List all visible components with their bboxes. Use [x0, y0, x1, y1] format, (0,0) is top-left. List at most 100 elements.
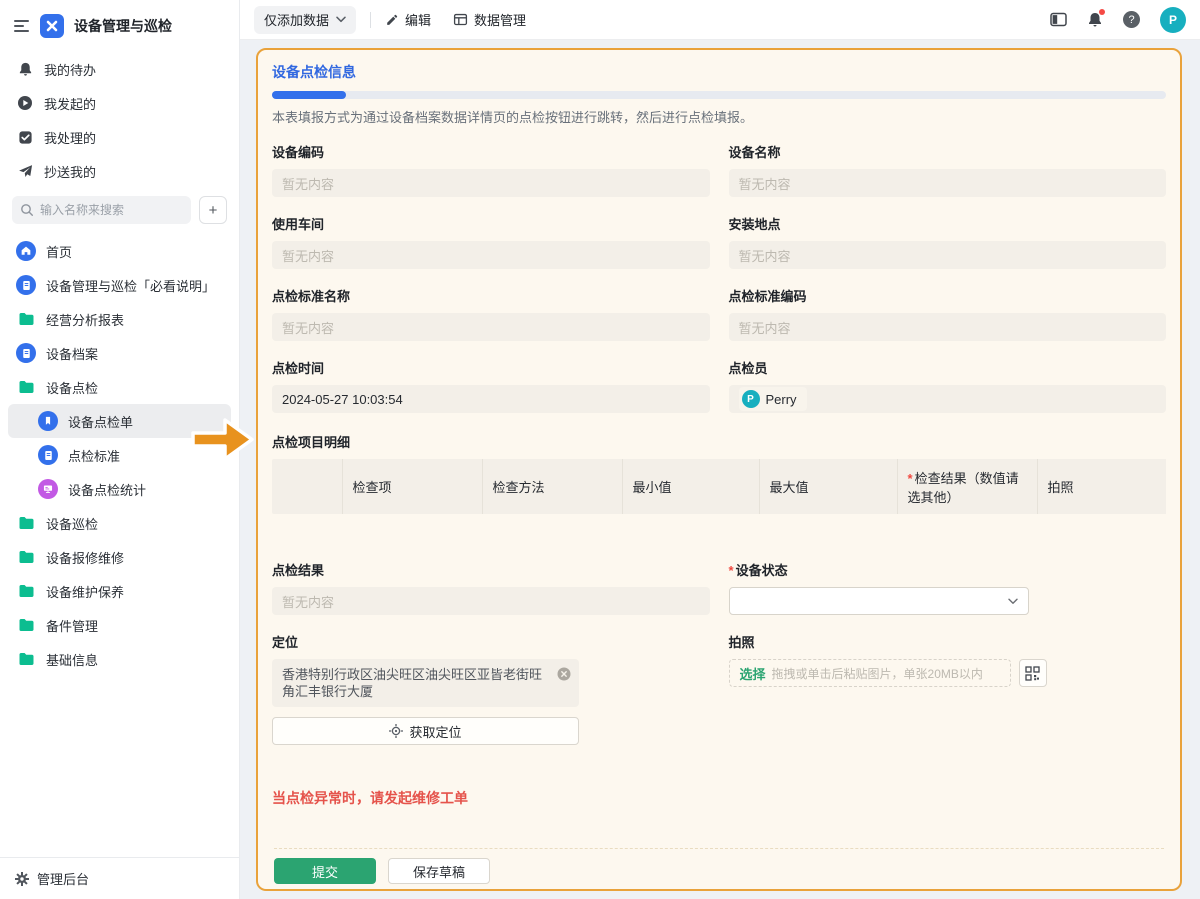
location-value: 香港特别行政区油尖旺区油尖旺区亚皆老街旺角汇丰银行大厦	[282, 667, 542, 699]
sidebar-item-device-patrol[interactable]: 设备巡检	[8, 506, 231, 540]
search-icon	[20, 203, 34, 217]
table-header-max-value: 最大值	[759, 459, 897, 514]
chart-icon	[38, 479, 58, 499]
device-status-select[interactable]	[729, 587, 1029, 615]
menu-item-label: 经营分析报表	[46, 310, 124, 329]
document-icon	[16, 275, 36, 295]
sidebar-item-my-processed[interactable]: 我处理的	[0, 120, 239, 154]
quick-item-label: 抄送我的	[44, 162, 96, 181]
help-icon[interactable]: ?	[1123, 11, 1140, 28]
field-inspection-result: 点检结果 暂无内容	[272, 560, 710, 615]
photo-upload-dropzone[interactable]: 选择 拖拽或单击后粘贴图片，单张20MB以内	[729, 659, 1011, 687]
menu-item-label: 基础信息	[46, 650, 98, 669]
inspector-input: P Perry	[729, 385, 1167, 413]
abnormal-inspection-warning: 当点检异常时，请发起维修工单	[272, 788, 1166, 808]
install-location-input: 暂无内容	[729, 241, 1167, 269]
menu-item-label: 设备点检单	[68, 412, 133, 431]
crosshair-location-icon	[389, 724, 403, 738]
placeholder-text: 暂无内容	[282, 318, 334, 337]
chevron-down-icon	[1008, 598, 1018, 605]
folder-icon	[16, 652, 36, 666]
submit-button[interactable]: 提交	[274, 858, 376, 884]
sidebar-item-inspection-stats[interactable]: 设备点检统计	[8, 472, 231, 506]
search-input[interactable]	[40, 203, 183, 217]
sidebar-header: 设备管理与巡检	[0, 6, 239, 46]
get-location-label: 获取定位	[409, 722, 461, 741]
sidebar-item-analysis-report[interactable]: 经营分析报表	[8, 302, 231, 336]
sidebar-item-maintenance[interactable]: 设备维护保养	[8, 574, 231, 608]
paper-plane-icon	[17, 164, 33, 179]
menu-item-label: 设备档案	[46, 344, 98, 363]
chevron-down-icon	[336, 16, 346, 23]
menu-item-label: 备件管理	[46, 616, 98, 635]
menu-item-label: 设备管理与巡检「必看说明」	[46, 276, 215, 295]
inspection-result-input: 暂无内容	[272, 587, 710, 615]
gear-icon	[15, 872, 29, 886]
clear-location-icon[interactable]	[557, 667, 571, 681]
photo-upload-hint: 拖拽或单击后粘贴图片，单张20MB以内	[772, 665, 983, 682]
sidebar-search-row: +	[12, 196, 227, 224]
help-glyph: ?	[1128, 14, 1134, 26]
pencil-icon	[385, 13, 399, 27]
standard-name-input: 暂无内容	[272, 313, 710, 341]
inspection-detail-section: 点检项目明细 检查项 检查方法 最小值 最大值 *检查结果（数值请选其他） 拍照	[272, 432, 1166, 514]
qr-code-icon	[1025, 666, 1040, 681]
home-icon	[16, 241, 36, 261]
folder-icon	[16, 380, 36, 394]
notifications-bell-icon[interactable]	[1087, 11, 1103, 28]
required-mark: *	[908, 471, 913, 486]
sidebar-item-device-archive[interactable]: 设备档案	[8, 336, 231, 370]
inspect-time-value: 2024-05-27 10:03:54	[282, 392, 403, 407]
admin-console-label: 管理后台	[37, 869, 89, 888]
field-device-name: 设备名称 暂无内容	[729, 142, 1167, 197]
bookmark-icon	[38, 411, 58, 431]
folder-icon	[16, 584, 36, 598]
qr-upload-button[interactable]	[1019, 659, 1047, 687]
sidebar-item-base-info[interactable]: 基础信息	[8, 642, 231, 676]
topbar-divider	[370, 12, 371, 28]
photo-select-label: 选择	[740, 664, 766, 683]
table-grid-icon	[453, 12, 468, 27]
table-header-photo: 拍照	[1037, 459, 1166, 514]
field-location: 定位 香港特别行政区油尖旺区油尖旺区亚皆老街旺角汇丰银行大厦 获取定位	[272, 632, 710, 745]
device-code-input: 暂无内容	[272, 169, 710, 197]
table-header-empty	[272, 459, 342, 514]
sidebar-item-device-inspection[interactable]: 设备点检	[8, 370, 231, 404]
side-panel-toggle-icon[interactable]	[1050, 12, 1067, 27]
sidebar-item-my-todo[interactable]: 我的待办	[0, 52, 239, 86]
data-manage-button[interactable]: 数据管理	[453, 10, 526, 29]
data-manage-label: 数据管理	[474, 10, 526, 29]
search-box[interactable]	[12, 196, 191, 224]
field-inspect-time: 点检时间 2024-05-27 10:03:54	[272, 358, 710, 413]
topbar: 仅添加数据 编辑 数据管理 ? P	[240, 0, 1200, 40]
add-data-only-button[interactable]: 仅添加数据	[254, 6, 356, 34]
menu-toggle-icon[interactable]	[14, 20, 30, 32]
standard-code-input: 暂无内容	[729, 313, 1167, 341]
admin-console-button[interactable]: 管理后台	[0, 857, 239, 899]
sidebar-item-cc-me[interactable]: 抄送我的	[0, 154, 239, 188]
sidebar-item-must-read[interactable]: 设备管理与巡检「必看说明」	[8, 268, 231, 302]
field-label: 安装地点	[729, 214, 1167, 233]
form-progress-fill	[272, 91, 346, 99]
form-footer: 提交 保存草稿	[274, 848, 1164, 884]
field-device-code: 设备编码 暂无内容	[272, 142, 710, 197]
get-location-button[interactable]: 获取定位	[272, 717, 579, 745]
field-workshop: 使用车间 暂无内容	[272, 214, 710, 269]
save-draft-button[interactable]: 保存草稿	[388, 858, 490, 884]
sidebar-item-repair[interactable]: 设备报修维修	[8, 540, 231, 574]
sidebar-item-spare-parts[interactable]: 备件管理	[8, 608, 231, 642]
main-area: 设备点检信息 本表填报方式为通过设备档案数据详情页的点检按钮进行跳转，然后进行点…	[240, 40, 1200, 899]
edit-button[interactable]: 编辑	[385, 10, 431, 29]
sidebar-item-home[interactable]: 首页	[8, 234, 231, 268]
app-title: 设备管理与巡检	[74, 16, 172, 36]
folder-icon	[16, 312, 36, 326]
menu-item-label: 设备点检统计	[68, 480, 146, 499]
sidebar-item-my-initiated[interactable]: 我发起的	[0, 86, 239, 120]
check-square-icon	[17, 130, 33, 145]
field-label: 定位	[272, 632, 710, 651]
add-page-button[interactable]: +	[199, 196, 227, 224]
user-avatar[interactable]: P	[1160, 7, 1186, 33]
quick-nav: 我的待办 我发起的 我处理的 抄送我的	[0, 52, 239, 188]
menu-item-label: 设备报修维修	[46, 548, 124, 567]
placeholder-text: 暂无内容	[282, 174, 334, 193]
